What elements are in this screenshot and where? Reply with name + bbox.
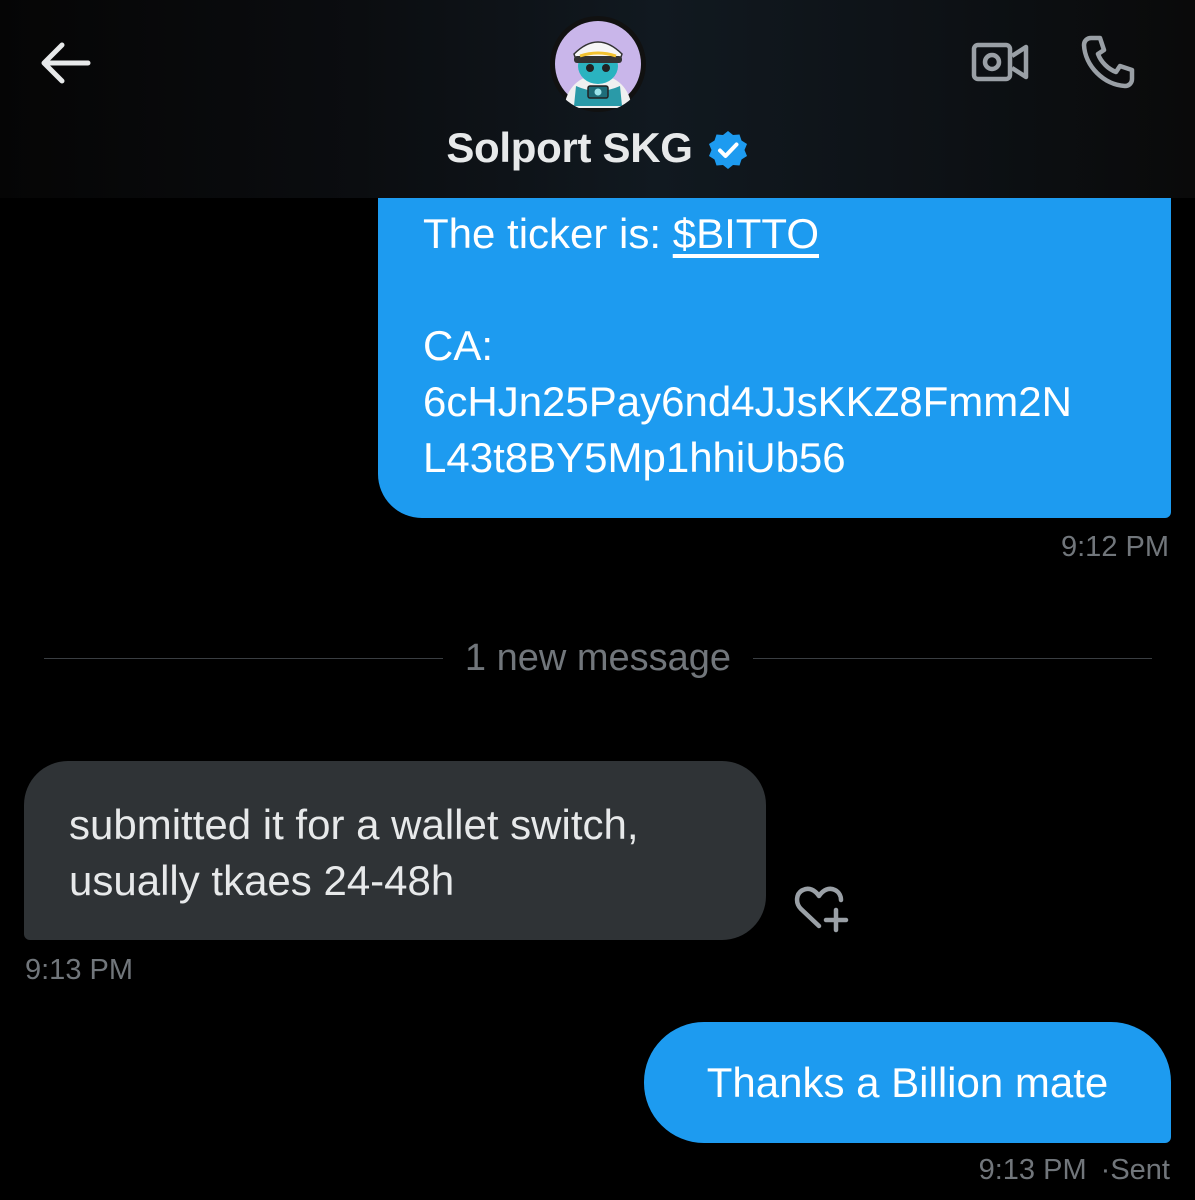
back-button[interactable] bbox=[36, 36, 96, 90]
contact-name-row: Solport SKG bbox=[0, 124, 1195, 172]
divider-line-left bbox=[44, 657, 443, 659]
message-meta-thanks: 9:13 PM ·Sent bbox=[979, 1154, 1170, 1187]
message-bubble-reply[interactable]: submitted it for a wallet switch, usuall… bbox=[24, 761, 766, 940]
ca-label: CA: bbox=[423, 322, 494, 369]
heart-plus-icon bbox=[794, 886, 849, 933]
message-timestamp-ca: 9:12 PM bbox=[1061, 531, 1169, 563]
sent-status: ·Sent bbox=[1100, 1154, 1170, 1186]
verified-badge-icon bbox=[708, 131, 747, 169]
reply-line-2: usually tkaes 24-48h bbox=[69, 857, 455, 904]
video-call-button[interactable] bbox=[966, 34, 1034, 90]
message-timestamp-reply: 9:13 PM bbox=[25, 954, 133, 986]
video-camera-icon bbox=[971, 42, 1029, 82]
ca-address-line-1: 6cHJn25Pay6nd4JJsKKZ8Fmm2N bbox=[423, 378, 1072, 425]
thanks-text: Thanks a Billion mate bbox=[706, 1058, 1109, 1106]
back-arrow-icon bbox=[41, 42, 91, 84]
message-bubble-thanks[interactable]: Thanks a Billion mate bbox=[644, 1022, 1171, 1143]
avatar-image bbox=[550, 16, 646, 112]
new-message-divider: 1 new message bbox=[44, 628, 1152, 688]
ticker-cashtag-link[interactable]: $BITTO bbox=[673, 210, 819, 257]
add-reaction-button[interactable] bbox=[790, 880, 852, 936]
phone-icon bbox=[1081, 35, 1135, 89]
contact-name[interactable]: Solport SKG bbox=[446, 124, 693, 172]
conversation-header: Solport SKG bbox=[0, 0, 1195, 198]
contact-avatar[interactable] bbox=[550, 16, 646, 112]
ticker-prefix: The ticker is: bbox=[423, 210, 673, 257]
new-message-label: 1 new message bbox=[464, 636, 732, 679]
message-bubble-ca[interactable]: The ticker is: $BITTO CA: 6cHJn25Pay6nd4… bbox=[378, 160, 1171, 518]
message-timestamp-thanks: 9:13 PM bbox=[978, 1154, 1087, 1186]
divider-line-right bbox=[753, 657, 1152, 659]
voice-call-button[interactable] bbox=[1076, 30, 1140, 94]
ticker-line: The ticker is: $BITTO bbox=[423, 206, 1151, 262]
reply-line-1: submitted it for a wallet switch, bbox=[69, 801, 639, 848]
ca-address-line-2: L43t8BY5Mp1hhiUb56 bbox=[423, 434, 846, 481]
